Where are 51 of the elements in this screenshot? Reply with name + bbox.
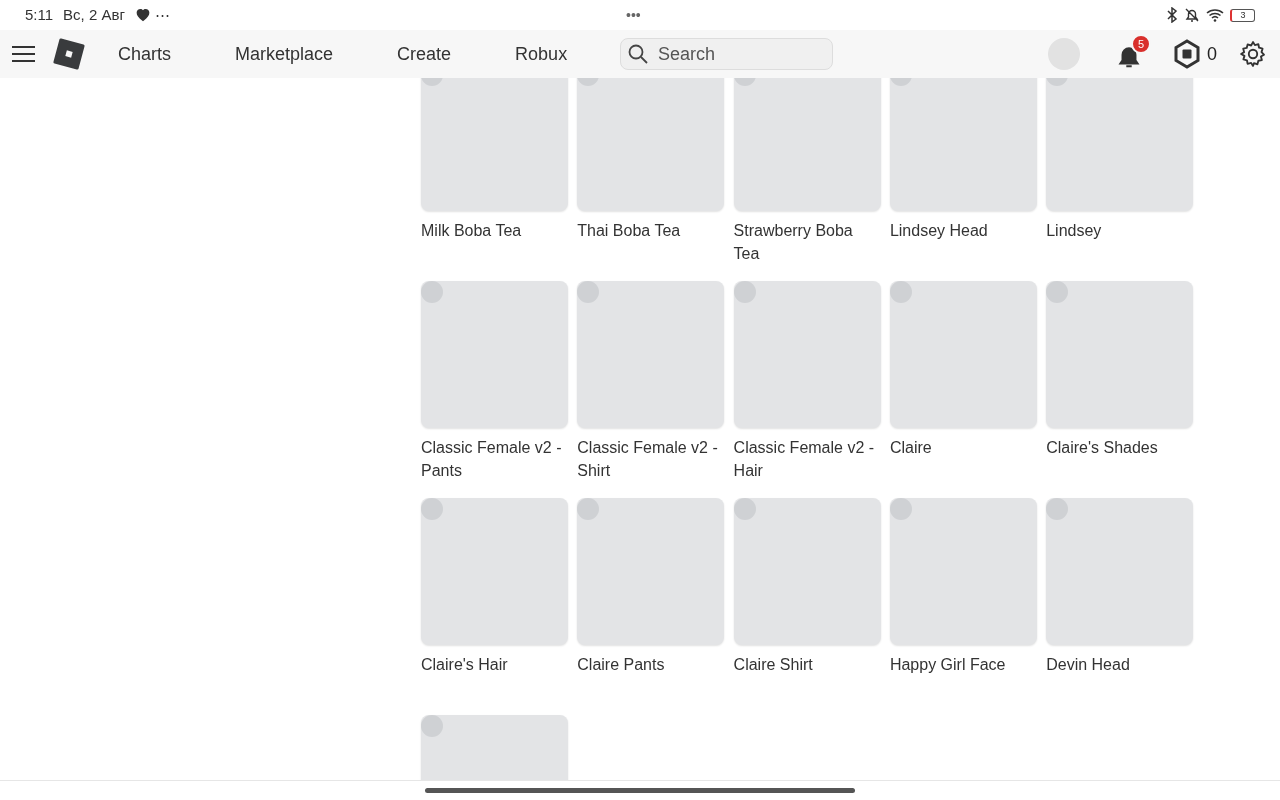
item-thumbnail[interactable] bbox=[421, 281, 568, 428]
item-thumbnail[interactable] bbox=[1046, 498, 1194, 645]
nav-link[interactable]: Robux bbox=[515, 40, 568, 68]
heart-icon bbox=[134, 8, 151, 22]
item-name[interactable]: Claire bbox=[889, 436, 1037, 482]
nav-link[interactable]: Create bbox=[397, 40, 452, 68]
item-name[interactable]: Strawberry Boba Tea bbox=[733, 219, 881, 265]
item-thumbnail[interactable] bbox=[889, 78, 1037, 211]
item-thumbnail[interactable] bbox=[889, 281, 1037, 428]
bell-off-icon bbox=[1184, 7, 1200, 23]
item-name[interactable]: Classic Female v2 - Shirt bbox=[577, 436, 725, 482]
search-field[interactable]: Search bbox=[620, 38, 833, 70]
item-name[interactable]: Lindsey bbox=[1046, 219, 1194, 265]
item-thumbnail[interactable] bbox=[421, 498, 568, 645]
bluetooth-icon bbox=[1166, 7, 1178, 23]
item-name[interactable]: Claire's Shades bbox=[1046, 436, 1194, 482]
item-thumbnail[interactable] bbox=[733, 78, 881, 211]
item-name[interactable]: Devin Head bbox=[1046, 653, 1194, 699]
item-thumbnail[interactable] bbox=[733, 498, 881, 645]
center-dots: ••• bbox=[626, 5, 641, 25]
nav-link[interactable]: Charts bbox=[118, 40, 171, 68]
status-date: Вс, 2 Авг bbox=[63, 4, 125, 25]
notification-badge: 5 bbox=[1131, 34, 1151, 54]
item-name[interactable]: Thai Boba Tea bbox=[577, 219, 725, 265]
item-name[interactable]: Milk Boba Tea bbox=[421, 219, 568, 265]
item-thumbnail[interactable] bbox=[577, 78, 725, 211]
item-thumbnail[interactable] bbox=[577, 498, 725, 645]
settings-icon[interactable] bbox=[1239, 40, 1267, 68]
item-name[interactable]: Classic Female v2 - Hair bbox=[733, 436, 881, 482]
item-thumbnail[interactable] bbox=[421, 78, 568, 211]
more-indicator: ⋯ bbox=[154, 4, 170, 25]
item-name[interactable]: Happy Girl Face bbox=[889, 653, 1037, 699]
item-name[interactable]: Claire's Hair bbox=[421, 653, 568, 699]
item-name[interactable]: Classic Female v2 - Pants bbox=[421, 436, 568, 482]
item-name[interactable]: Claire Pants bbox=[577, 653, 725, 699]
item-name[interactable]: Claire Shirt bbox=[733, 653, 881, 699]
hexagon-coin-icon[interactable] bbox=[1173, 39, 1201, 69]
item-thumbnail[interactable] bbox=[733, 281, 881, 428]
battery-indicator: 3 bbox=[1230, 8, 1255, 22]
item-thumbnail[interactable] bbox=[1046, 281, 1194, 428]
status-time: 5:11 bbox=[25, 4, 54, 25]
wifi-icon bbox=[1206, 8, 1224, 22]
menu-icon[interactable] bbox=[12, 45, 35, 63]
item-name[interactable]: Lindsey Head bbox=[889, 219, 1037, 265]
nav-link[interactable]: Marketplace bbox=[235, 40, 334, 68]
item-thumbnail[interactable] bbox=[889, 498, 1037, 645]
item-thumbnail[interactable] bbox=[1046, 78, 1194, 211]
item-thumbnail[interactable] bbox=[577, 281, 725, 428]
home-indicator[interactable] bbox=[425, 788, 855, 793]
robux-balance: 0 bbox=[1207, 42, 1217, 66]
search-icon bbox=[628, 44, 648, 64]
